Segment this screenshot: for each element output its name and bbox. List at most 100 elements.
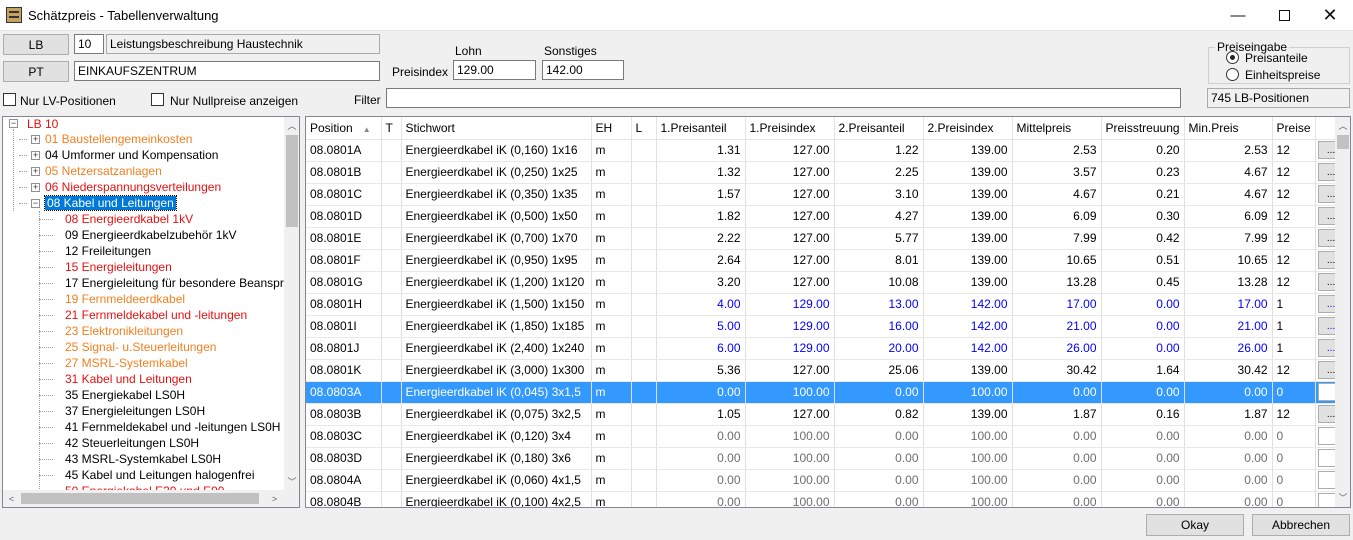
cell-i2[interactable]: 142.00: [923, 315, 1013, 338]
table-row[interactable]: 08.0804A Energieerdkabel iK (0,060) 4x1,5…: [306, 469, 1348, 492]
collapse-icon[interactable]: −: [9, 119, 18, 128]
cell-streu[interactable]: 1.64: [1101, 359, 1185, 382]
cell-eh[interactable]: m: [591, 403, 632, 426]
lv-only-label[interactable]: Nur LV-Positionen: [20, 94, 116, 108]
cell-pos[interactable]: 08.0803B: [306, 403, 382, 426]
cell-l[interactable]: [631, 425, 657, 448]
cell-p1[interactable]: 5.00: [656, 315, 746, 338]
cell-p2[interactable]: 20.00: [834, 337, 924, 360]
cell-i2[interactable]: 142.00: [923, 293, 1013, 316]
cell-streu[interactable]: 0.23: [1101, 161, 1185, 184]
cell-mittel[interactable]: 0.00: [1012, 469, 1102, 492]
filter-input[interactable]: [386, 88, 1181, 108]
cell-t[interactable]: [381, 227, 402, 250]
scroll-down-icon[interactable]: ﹀: [284, 473, 299, 490]
cell-l[interactable]: [631, 139, 657, 162]
cell-i2[interactable]: 142.00: [923, 337, 1013, 360]
cell-t[interactable]: [381, 469, 402, 492]
column-header[interactable]: Mittelpreis: [1012, 117, 1102, 140]
cell-min[interactable]: 13.28: [1184, 271, 1273, 294]
column-header[interactable]: T: [381, 117, 402, 140]
column-header[interactable]: 1.Preisindex: [745, 117, 835, 140]
table-scroll-up-icon[interactable]: ︿: [1335, 117, 1350, 134]
table-vscroll-thumb[interactable]: [1337, 135, 1349, 149]
cell-pos[interactable]: 08.0803A: [306, 381, 382, 404]
cell-preise[interactable]: 1: [1272, 337, 1316, 360]
cell-p1[interactable]: 1.57: [656, 183, 746, 206]
cell-streu[interactable]: 0.00: [1101, 425, 1185, 448]
cell-p2[interactable]: 13.00: [834, 293, 924, 316]
cell-preise[interactable]: 12: [1272, 183, 1316, 206]
cell-pos[interactable]: 08.0801E: [306, 227, 382, 250]
expand-icon[interactable]: +: [31, 167, 40, 176]
cell-p2[interactable]: 3.10: [834, 183, 924, 206]
null-only-checkbox[interactable]: [151, 93, 164, 106]
cell-p1[interactable]: 6.00: [656, 337, 746, 360]
cell-mittel[interactable]: 1.87: [1012, 403, 1102, 426]
cell-eh[interactable]: m: [591, 249, 632, 272]
cell-eh[interactable]: m: [591, 139, 632, 162]
cell-mittel[interactable]: 10.65: [1012, 249, 1102, 272]
cell-p1[interactable]: 2.22: [656, 227, 746, 250]
cell-eh[interactable]: m: [591, 183, 632, 206]
cell-pos[interactable]: 08.0801B: [306, 161, 382, 184]
cell-i1[interactable]: 127.00: [745, 139, 835, 162]
cell-p1[interactable]: 0.00: [656, 425, 746, 448]
cell-preise[interactable]: 0: [1272, 469, 1316, 492]
cell-l[interactable]: [631, 337, 657, 360]
cell-stich[interactable]: Energieerdkabel iK (0,250) 1x25: [401, 161, 592, 184]
collapse-icon[interactable]: −: [31, 199, 40, 208]
cell-p1[interactable]: 1.32: [656, 161, 746, 184]
cell-i1[interactable]: 129.00: [745, 315, 835, 338]
preisanteile-radio[interactable]: [1226, 51, 1239, 64]
scroll-left-icon[interactable]: <: [3, 490, 20, 507]
cell-preise[interactable]: 12: [1272, 227, 1316, 250]
cell-min[interactable]: 30.42: [1184, 359, 1273, 382]
cell-t[interactable]: [381, 183, 402, 206]
cell-p2[interactable]: 10.08: [834, 271, 924, 294]
cell-preise[interactable]: 0: [1272, 447, 1316, 470]
cell-min[interactable]: 7.99: [1184, 227, 1273, 250]
table-row[interactable]: 08.0801H Energieerdkabel iK (1,500) 1x150…: [306, 293, 1348, 316]
cell-t[interactable]: [381, 403, 402, 426]
cell-mittel[interactable]: 30.42: [1012, 359, 1102, 382]
einheitspreise-label[interactable]: Einheitspreise: [1245, 68, 1320, 82]
table-scroll-down-icon[interactable]: ﹀: [1335, 489, 1350, 506]
cell-eh[interactable]: m: [591, 205, 632, 228]
cell-preise[interactable]: 0: [1272, 381, 1316, 404]
cell-pos[interactable]: 08.0803D: [306, 447, 382, 470]
tree-subnode[interactable]: 27 MSRL-Systemkabel: [65, 355, 188, 371]
cell-min[interactable]: 0.00: [1184, 381, 1273, 404]
cell-p1[interactable]: 0.00: [656, 381, 746, 404]
cell-min[interactable]: 2.53: [1184, 139, 1273, 162]
cell-streu[interactable]: 0.00: [1101, 315, 1185, 338]
table-vscrollbar[interactable]: ︿ ﹀: [1335, 117, 1350, 507]
cell-i2[interactable]: 139.00: [923, 271, 1013, 294]
table-row[interactable]: 08.0803B Energieerdkabel iK (0,075) 3x2,5…: [306, 403, 1348, 426]
sonstiges-index-field[interactable]: 142.00: [542, 60, 624, 80]
lb-button[interactable]: LB: [3, 34, 69, 55]
column-header[interactable]: EH: [591, 117, 632, 140]
cell-stich[interactable]: Energieerdkabel iK (0,950) 1x95: [401, 249, 592, 272]
expand-icon[interactable]: +: [31, 135, 40, 144]
cell-mittel[interactable]: 17.00: [1012, 293, 1102, 316]
cell-p1[interactable]: 0.00: [656, 491, 746, 507]
cell-preise[interactable]: 12: [1272, 139, 1316, 162]
cell-min[interactable]: 10.65: [1184, 249, 1273, 272]
cell-min[interactable]: 6.09: [1184, 205, 1273, 228]
cell-mittel[interactable]: 6.09: [1012, 205, 1102, 228]
cell-streu[interactable]: 0.45: [1101, 271, 1185, 294]
cell-i2[interactable]: 139.00: [923, 403, 1013, 426]
tree-subnode[interactable]: 12 Freileitungen: [65, 243, 151, 259]
cell-i1[interactable]: 129.00: [745, 337, 835, 360]
cell-i1[interactable]: 127.00: [745, 205, 835, 228]
tree-subnode[interactable]: 37 Energieleitungen LS0H: [65, 403, 205, 419]
cell-i1[interactable]: 127.00: [745, 249, 835, 272]
tree-subnode[interactable]: 41 Fernmeldekabel und -leitungen LS0H: [65, 419, 280, 435]
cell-min[interactable]: 21.00: [1184, 315, 1273, 338]
lb-number-field[interactable]: 10: [74, 34, 104, 54]
cell-streu[interactable]: 0.30: [1101, 205, 1185, 228]
cell-mittel[interactable]: 0.00: [1012, 425, 1102, 448]
cell-preise[interactable]: 12: [1272, 249, 1316, 272]
cell-i1[interactable]: 100.00: [745, 447, 835, 470]
